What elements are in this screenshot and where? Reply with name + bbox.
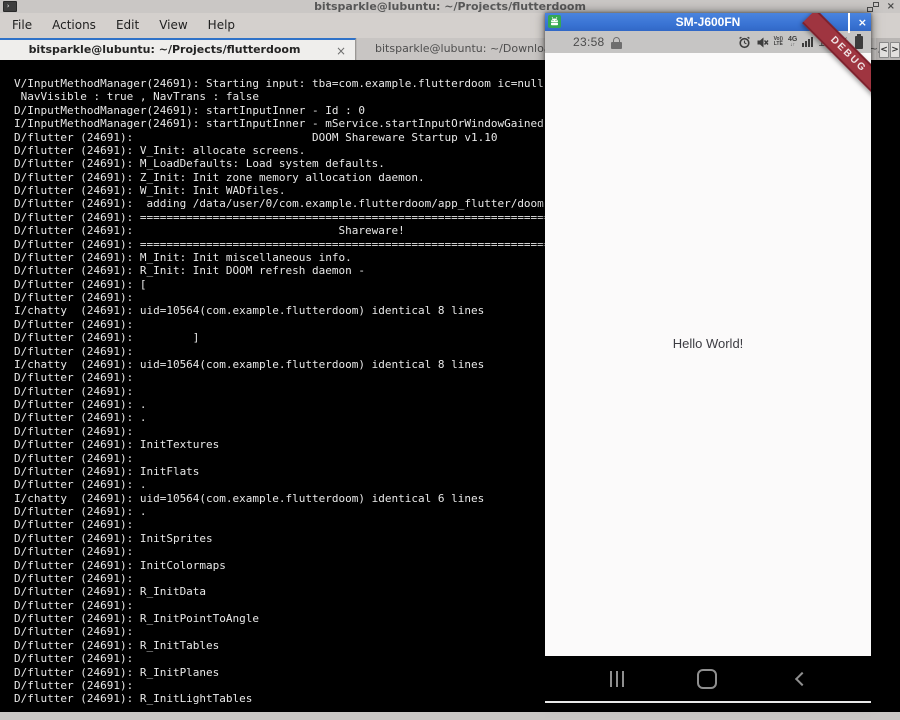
menu-item-actions[interactable]: Actions xyxy=(42,13,106,38)
lock-icon xyxy=(611,37,622,49)
maximize-icon xyxy=(848,13,850,33)
desktop-screen: › bitsparkle@lubuntu: ~/Projects/flutter… xyxy=(0,0,900,720)
terminal-window-titlebar[interactable]: › bitsparkle@lubuntu: ~/Projects/flutter… xyxy=(0,0,900,13)
menu-item-file[interactable]: File xyxy=(2,13,42,38)
phone-screen-edge xyxy=(545,701,871,703)
flutter-app-screen: Hello World! xyxy=(545,53,871,656)
home-button[interactable] xyxy=(695,656,719,701)
android-navbar xyxy=(545,656,871,701)
window-bottom-border xyxy=(0,712,900,720)
hello-world-text: Hello World! xyxy=(545,336,871,352)
phone-maximize-button[interactable] xyxy=(848,13,850,32)
terminal-window-title: bitsparkle@lubuntu: ~/Projects/flutterdo… xyxy=(0,0,900,13)
menu-item-view[interactable]: View xyxy=(149,13,197,38)
phone-mirror-window: SM-J600FN × 23:58 xyxy=(545,13,871,703)
inactive-tab-label: bitsparkle@lubuntu: ~/Downloads/s xyxy=(375,38,573,60)
tab-scroll-left-button[interactable]: < xyxy=(879,42,889,58)
phone-close-button[interactable]: × xyxy=(858,17,867,28)
recents-button[interactable] xyxy=(605,656,629,701)
mute-icon xyxy=(756,36,769,49)
active-tab-label: bitsparkle@lubuntu: ~/Projects/flutterdo… xyxy=(0,40,329,60)
volte-icon: Vo)) LTE xyxy=(774,37,783,47)
window-close-button[interactable]: × xyxy=(887,2,895,12)
tab-scroll-right-button[interactable]: > xyxy=(890,42,900,58)
tab-close-icon[interactable]: × xyxy=(336,42,346,60)
back-button[interactable] xyxy=(788,656,812,701)
status-time: 23:58 xyxy=(573,31,605,53)
menu-item-edit[interactable]: Edit xyxy=(106,13,149,38)
tab-projects-flutterdoom[interactable]: bitsparkle@lubuntu: ~/Projects/flutterdo… xyxy=(0,38,356,60)
alarm-icon xyxy=(738,36,751,49)
network-4g-icon: 4G ↓↑ xyxy=(788,37,797,48)
signal-icon xyxy=(802,37,813,47)
battery-icon xyxy=(855,36,863,49)
menu-item-help[interactable]: Help xyxy=(198,13,245,38)
